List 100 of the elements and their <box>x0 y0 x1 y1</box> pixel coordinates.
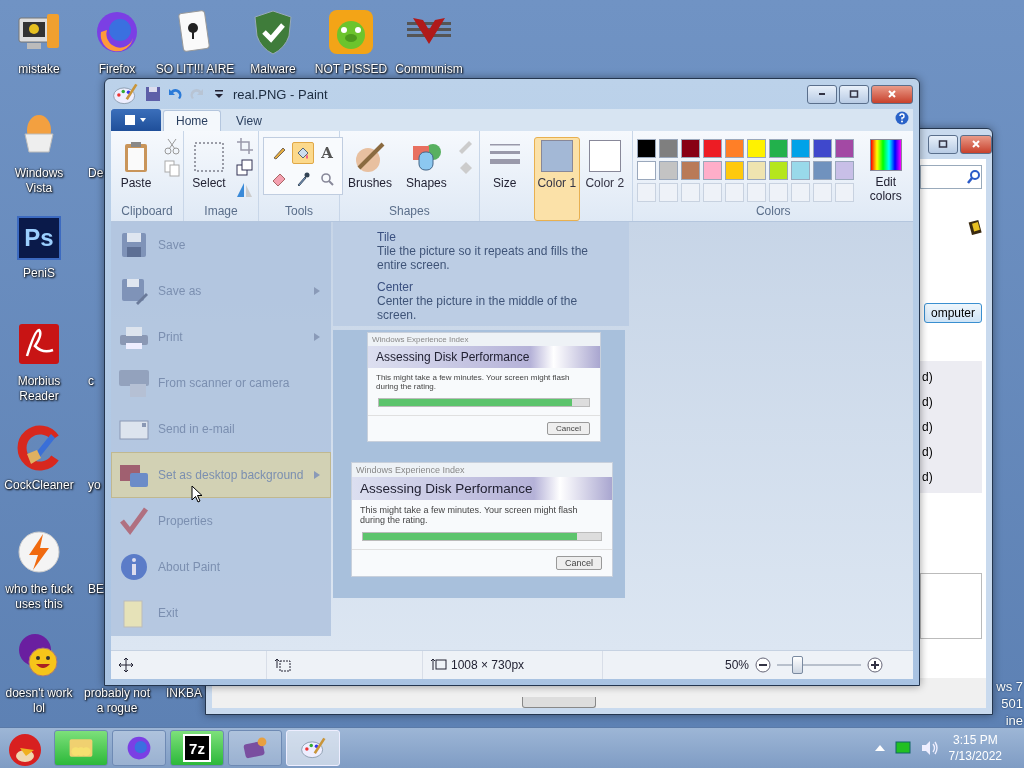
icon-label[interactable]: Firefox <box>98 62 136 77</box>
edit-colors-button[interactable]: Edit colors <box>861 139 910 203</box>
clock-date[interactable]: 7/13/2022 <box>948 748 1002 764</box>
color-swatch[interactable] <box>702 139 722 158</box>
color-swatch[interactable] <box>790 161 810 180</box>
icon-label[interactable]: probably not a rogue <box>79 686 155 716</box>
lightning-icon[interactable] <box>15 528 63 576</box>
icon-label[interactable]: PeniS <box>1 266 77 281</box>
resize-icon[interactable] <box>236 159 254 177</box>
computer-button[interactable]: omputer <box>923 303 982 323</box>
list-item[interactable]: d) <box>920 369 980 385</box>
color-swatch[interactable] <box>636 139 656 158</box>
color-swatch[interactable] <box>702 161 722 180</box>
slider-thumb[interactable] <box>792 656 804 674</box>
icon-label[interactable]: doesn't work lol <box>1 686 77 716</box>
color-swatch[interactable] <box>658 161 678 180</box>
color-slot-button[interactable]: Color 1 <box>533 137 580 221</box>
color-swatch[interactable] <box>658 139 678 158</box>
color-swatch[interactable] <box>812 139 832 158</box>
maximize-button[interactable] <box>928 134 958 154</box>
menu-item[interactable]: Properties <box>111 498 331 544</box>
icon-label[interactable]: SO LIT!!! AIRE <box>155 62 235 77</box>
size-button[interactable]: Size <box>483 137 526 193</box>
icon-label[interactable]: Communism <box>395 62 463 77</box>
file-menu-button[interactable] <box>111 109 161 131</box>
color-swatch[interactable] <box>768 161 788 180</box>
icon-label[interactable]: Morbius Reader <box>1 374 77 404</box>
menu-item[interactable]: Send in e-mail <box>111 406 331 452</box>
icon-label[interactable]: INKBA <box>166 686 202 701</box>
cancel-button[interactable]: Cancel <box>547 422 590 435</box>
icon-label[interactable]: c <box>88 374 94 389</box>
menu-item[interactable]: Set as desktop background <box>111 452 331 498</box>
icon-label[interactable]: Malware <box>250 62 296 77</box>
network-icon[interactable] <box>894 741 911 755</box>
empty-swatch[interactable] <box>834 183 854 202</box>
taskbar-button[interactable] <box>112 730 166 766</box>
zoom-in-button[interactable] <box>867 657 883 673</box>
color-slot-button[interactable]: Color 2 <box>581 137 628 221</box>
empty-swatch[interactable] <box>636 183 656 202</box>
help-icon[interactable] <box>895 111 909 125</box>
crop-icon[interactable] <box>236 137 254 155</box>
icon-label[interactable]: yo <box>88 478 101 493</box>
select-button[interactable]: Select <box>188 137 230 193</box>
icon-label[interactable]: Windows Vista <box>1 166 77 196</box>
color-swatch[interactable] <box>768 139 788 158</box>
taskbar-button[interactable] <box>54 730 108 766</box>
ribbon-tab[interactable]: View <box>223 110 275 131</box>
empty-swatch[interactable] <box>658 183 678 202</box>
color-swatch[interactable] <box>636 161 656 180</box>
minimize-button[interactable] <box>807 84 837 104</box>
rotate-icon[interactable] <box>236 181 254 199</box>
empty-swatch[interactable] <box>790 183 810 202</box>
cancel-button[interactable]: Cancel <box>556 556 602 570</box>
color-swatch[interactable] <box>724 161 744 180</box>
menu-item[interactable]: About Paint <box>111 544 331 590</box>
empty-swatch[interactable] <box>724 183 744 202</box>
tool-button[interactable] <box>292 142 314 164</box>
menu-item[interactable]: From scanner or camera <box>111 360 331 406</box>
paste-button[interactable]: Paste <box>115 137 157 193</box>
list-item[interactable]: d) <box>920 419 980 435</box>
brushes-button[interactable]: Brushes <box>344 137 397 193</box>
icon-label[interactable]: De <box>88 166 104 181</box>
icon-label[interactable]: NOT PISSED <box>314 62 388 77</box>
empty-swatch[interactable] <box>680 183 700 202</box>
tray-expand-icon[interactable] <box>874 744 885 752</box>
color-swatch[interactable] <box>680 161 700 180</box>
icon-label[interactable]: who the fuck uses this <box>1 582 77 612</box>
ps-logo-icon[interactable]: Ps <box>17 216 61 260</box>
empty-swatch[interactable] <box>702 183 722 202</box>
color-swatch[interactable] <box>812 161 832 180</box>
color-swatch[interactable] <box>746 139 766 158</box>
list-item[interactable]: d) <box>920 444 980 460</box>
menu-item[interactable]: Print <box>111 314 331 360</box>
ribbon-tab[interactable]: Home <box>163 110 221 131</box>
icon-label[interactable]: mistake <box>18 62 60 77</box>
scissors-icon[interactable] <box>163 137 181 155</box>
taskbar-button[interactable] <box>228 730 282 766</box>
speaker-icon[interactable] <box>920 740 939 756</box>
color-swatch[interactable] <box>724 139 744 158</box>
empty-swatch[interactable] <box>812 183 832 202</box>
submenu-item[interactable]: Tile <box>377 230 619 244</box>
color-swatch[interactable] <box>790 139 810 158</box>
undo-icon[interactable] <box>167 86 183 102</box>
color-swatch[interactable] <box>834 139 854 158</box>
taskbar-button[interactable]: 7z <box>170 730 224 766</box>
color-swatch[interactable] <box>680 139 700 158</box>
search-field[interactable] <box>920 165 982 189</box>
empty-swatch[interactable] <box>768 183 788 202</box>
icon-label[interactable]: CockCleaner <box>1 478 77 493</box>
zoom-out-button[interactable] <box>755 657 771 673</box>
clock-time[interactable]: 3:15 PM <box>952 732 998 748</box>
dialog-button[interactable] <box>522 697 596 708</box>
maximize-button[interactable] <box>839 84 869 104</box>
menu-item[interactable]: Save as <box>111 268 331 314</box>
close-button[interactable] <box>960 134 992 154</box>
shapes-button[interactable]: Shapes <box>402 137 451 193</box>
icon-label[interactable]: BE <box>88 582 104 597</box>
close-button[interactable] <box>871 84 913 104</box>
list-item[interactable]: d) <box>920 394 980 410</box>
submenu-item[interactable]: Center <box>377 280 619 294</box>
